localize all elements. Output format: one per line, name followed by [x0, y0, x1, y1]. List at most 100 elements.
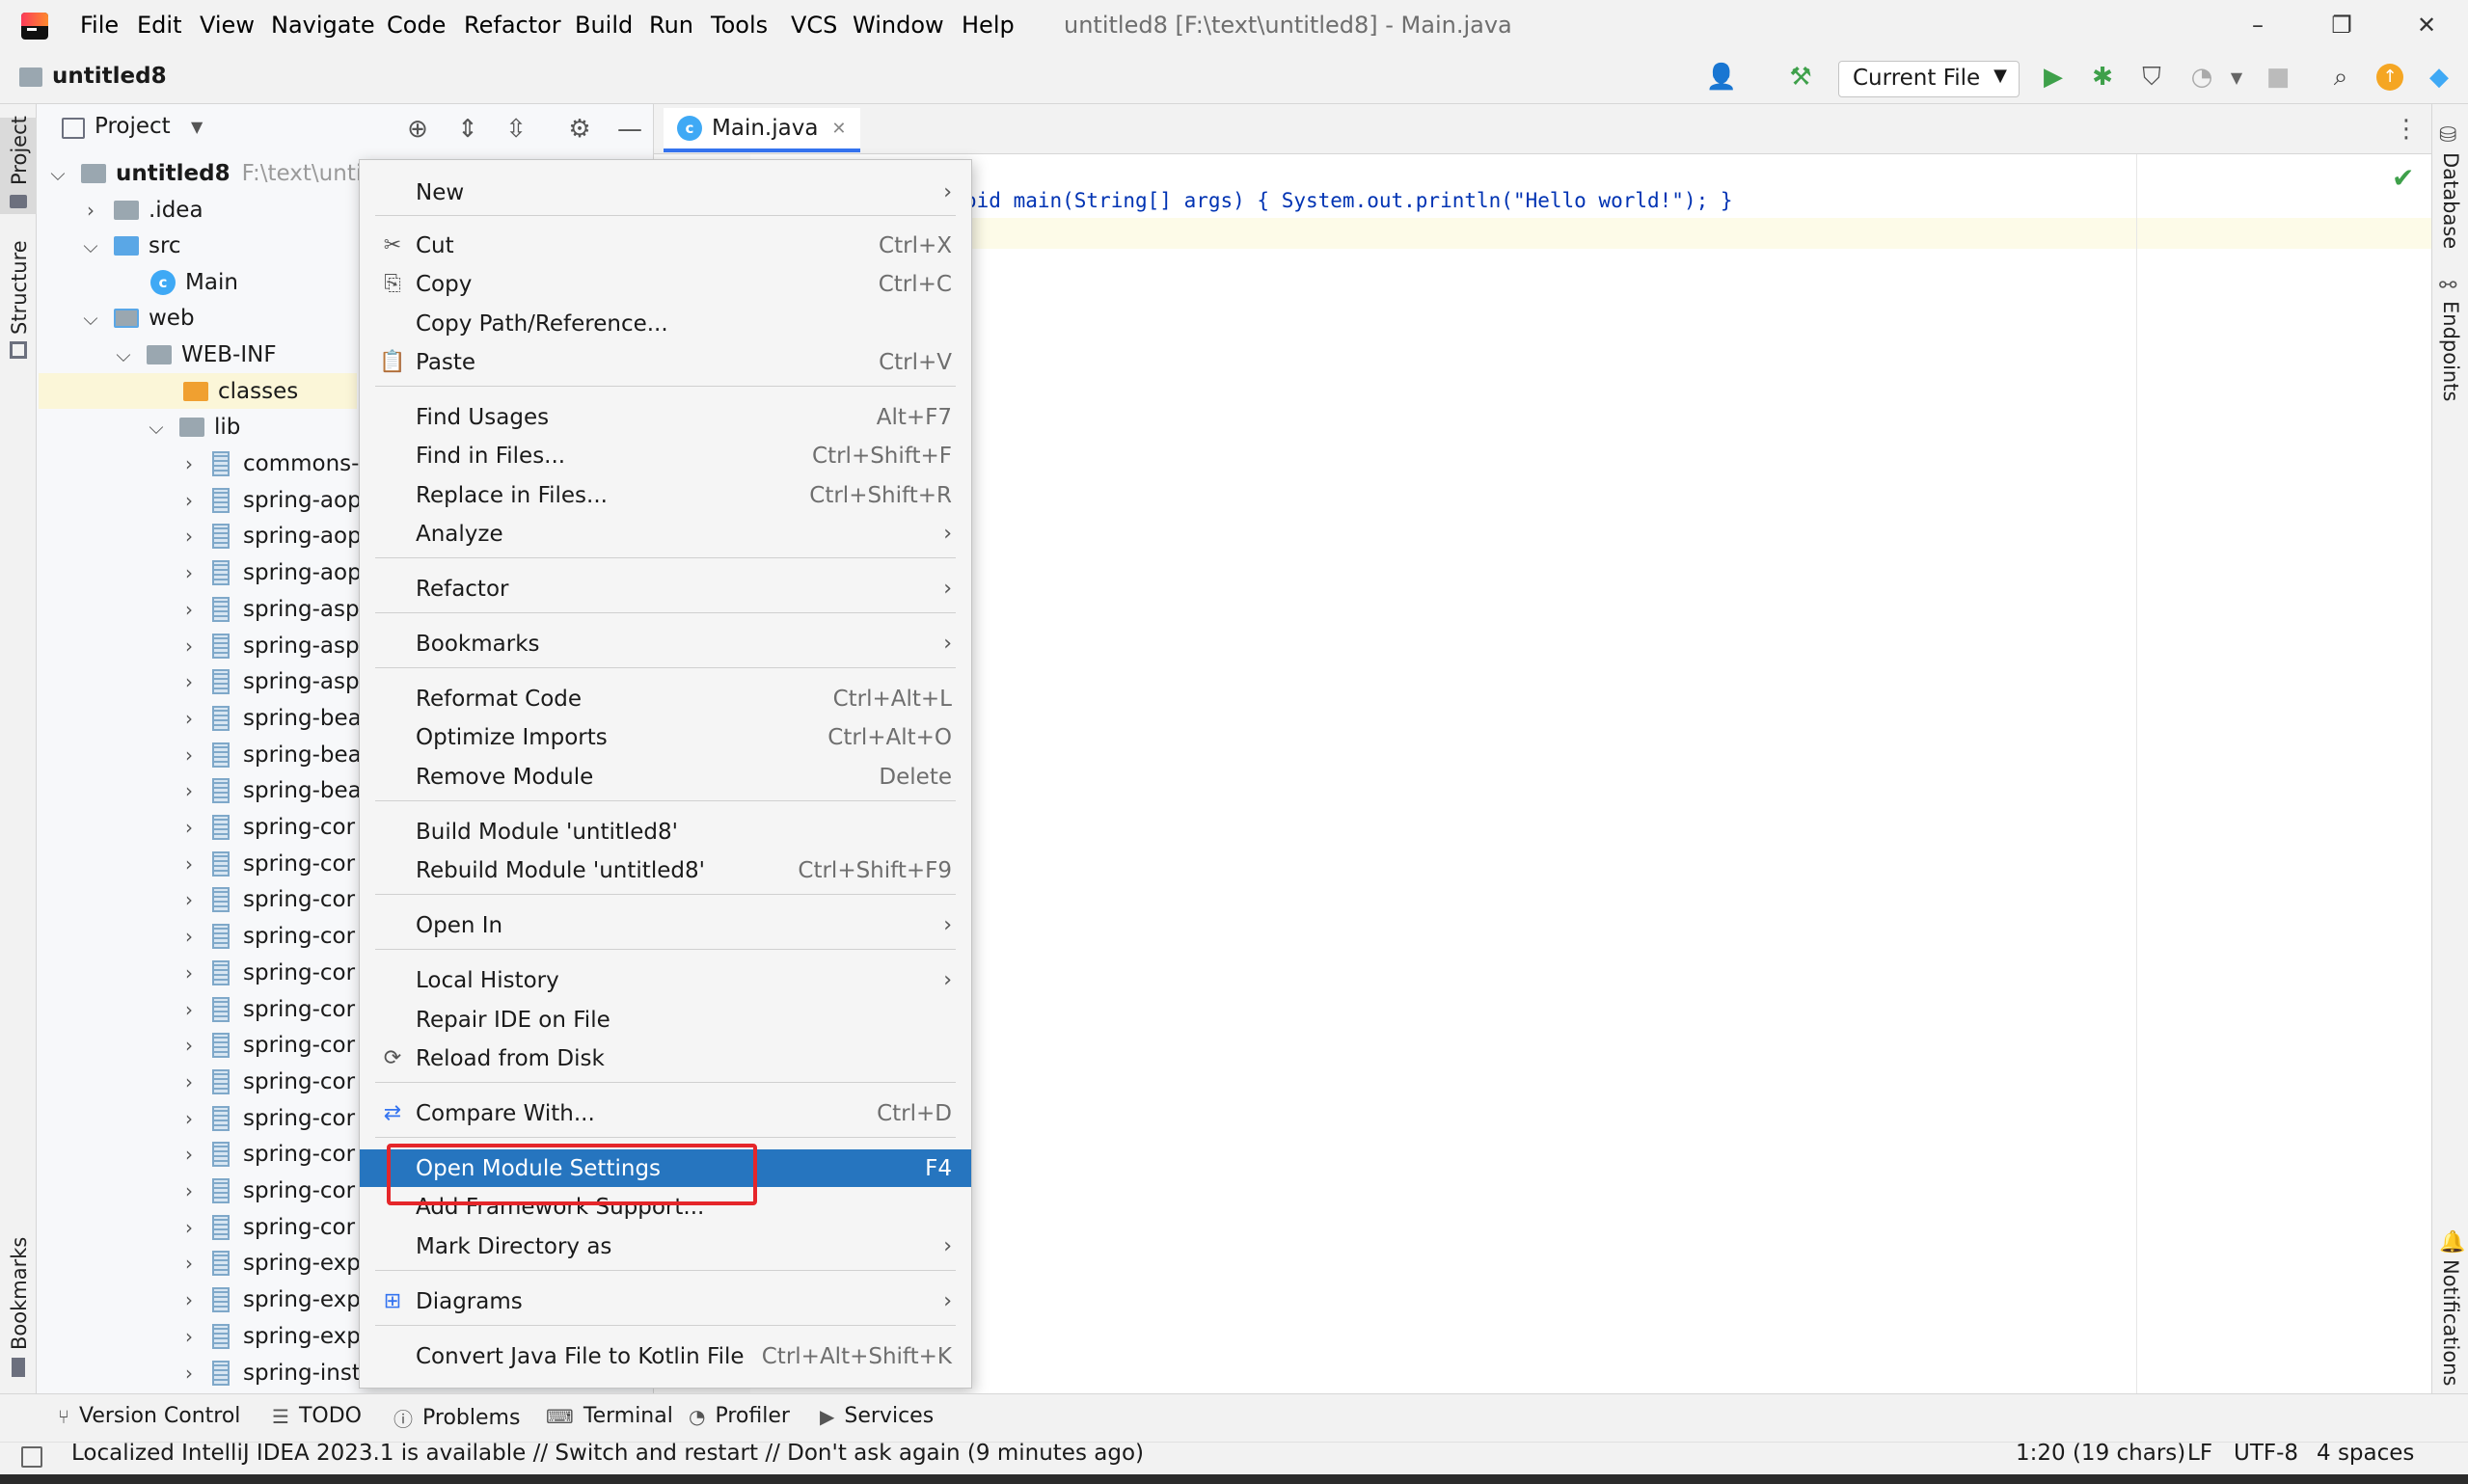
- menu-help[interactable]: Help: [962, 12, 1015, 39]
- tree-root[interactable]: ⌵ untitled8 F:\text\untitl: [48, 155, 376, 191]
- tab-profiler[interactable]: ◔ Profiler: [689, 1404, 790, 1428]
- menu-item-diagrams[interactable]: ⊞ Diagrams ›: [360, 1282, 971, 1320]
- minimize-icon[interactable]: –: [2238, 6, 2277, 44]
- caret-position[interactable]: 1:20 (19 chars): [2016, 1441, 2185, 1466]
- code-with-me-icon[interactable]: ◆: [2423, 61, 2455, 94]
- menu-item-copy-path[interactable]: Copy Path/Reference...: [360, 305, 971, 342]
- tree-node-jar[interactable]: › spring-cor: [179, 1100, 355, 1136]
- tree-node-jar[interactable]: › spring-exp: [179, 1318, 361, 1354]
- menu-window[interactable]: Window: [853, 12, 944, 39]
- tab-todo[interactable]: ☰ TODO: [272, 1404, 362, 1428]
- status-message[interactable]: Localized IntelliJ IDEA 2023.1 is availa…: [71, 1441, 1144, 1466]
- menu-edit[interactable]: Edit: [137, 12, 181, 39]
- menu-code[interactable]: Code: [387, 12, 446, 39]
- tree-node-jar[interactable]: › spring-aop: [179, 518, 362, 553]
- menu-item-open-in[interactable]: Open In ›: [360, 906, 971, 944]
- menu-item-convert-java-to-kotlin[interactable]: Convert Java File to Kotlin File Ctrl+Alt…: [360, 1337, 971, 1375]
- tree-node-jar[interactable]: › spring-asp: [179, 591, 360, 627]
- menu-vcs[interactable]: VCS: [791, 12, 837, 39]
- menu-item-paste[interactable]: 📋 Paste Ctrl+V: [360, 343, 971, 381]
- close-icon[interactable]: ✕: [2407, 6, 2446, 44]
- expand-all-icon[interactable]: ⇕: [451, 113, 484, 146]
- menu-item-cut[interactable]: ✂ Cut Ctrl+X: [360, 227, 971, 264]
- file-encoding[interactable]: UTF-8: [2234, 1441, 2298, 1466]
- locate-icon[interactable]: ⊕: [401, 113, 434, 146]
- menu-item-rebuild-module[interactable]: Rebuild Module 'untitled8' Ctrl+Shift+F9: [360, 851, 971, 889]
- menu-run[interactable]: Run: [649, 12, 693, 39]
- menu-item-analyze[interactable]: Analyze ›: [360, 515, 971, 553]
- tool-windows-toggle-icon[interactable]: [21, 1446, 42, 1468]
- collapse-all-icon[interactable]: ⇳: [500, 113, 532, 146]
- gear-icon[interactable]: ⚙: [563, 113, 596, 146]
- breadcrumb-project[interactable]: untitled8: [52, 64, 167, 89]
- notifications-tool-label[interactable]: Notifications: [2439, 1259, 2462, 1386]
- structure-tool-label[interactable]: Structure: [8, 240, 31, 335]
- menu-refactor[interactable]: Refactor: [464, 12, 561, 39]
- tree-node-jar[interactable]: › spring-exp: [179, 1245, 361, 1281]
- menu-item-optimize-imports[interactable]: Optimize Imports Ctrl+Alt+O: [360, 718, 971, 756]
- menu-item-local-history[interactable]: Local History ›: [360, 961, 971, 999]
- restore-icon[interactable]: ❐: [2322, 6, 2361, 44]
- tree-node-jar[interactable]: › spring-aop: [179, 482, 362, 518]
- update-icon[interactable]: ↑: [2373, 61, 2406, 94]
- tree-node-jar[interactable]: › spring-asp: [179, 628, 360, 663]
- chevron-down-icon[interactable]: ▼: [191, 118, 203, 136]
- indent-setting[interactable]: 4 spaces: [2317, 1441, 2414, 1466]
- menu-item-find-usages[interactable]: Find Usages Alt+F7: [360, 398, 971, 436]
- tree-node-jar[interactable]: › spring-cor: [179, 846, 355, 881]
- tree-node-jar[interactable]: › spring-cor: [179, 1209, 355, 1245]
- menu-build[interactable]: Build: [575, 12, 633, 39]
- line-separator[interactable]: LF: [2187, 1441, 2212, 1466]
- build-hammer-icon[interactable]: ⚒: [1784, 61, 1817, 94]
- tree-node-classes[interactable]: classes: [183, 373, 298, 409]
- tree-node-web-inf[interactable]: ⌵ WEB-INF: [114, 337, 276, 372]
- tab-main-java[interactable]: c Main.java ✕: [664, 108, 860, 152]
- search-icon[interactable]: ⌕: [2324, 61, 2357, 94]
- project-tool-label[interactable]: Project: [8, 116, 31, 185]
- menu-item-new[interactable]: New ›: [360, 174, 971, 211]
- close-tab-icon[interactable]: ✕: [831, 119, 846, 139]
- menu-item-compare-with[interactable]: ⇄ Compare With... Ctrl+D: [360, 1094, 971, 1132]
- chevron-down-icon[interactable]: ▼: [2220, 61, 2253, 94]
- run-icon[interactable]: ▶: [2037, 61, 2070, 94]
- run-config-select[interactable]: Current File ▼: [1838, 61, 2020, 97]
- menu-item-build-module[interactable]: Build Module 'untitled8': [360, 813, 971, 850]
- database-tool-label[interactable]: Database: [2439, 152, 2462, 249]
- debug-icon[interactable]: ✱: [2086, 61, 2119, 94]
- tab-version-control[interactable]: ⑂ Version Control: [58, 1404, 240, 1428]
- code-line[interactable]: oid main(String[] args) { System.out.pri…: [964, 189, 1733, 212]
- stop-icon[interactable]: ■: [2262, 61, 2294, 94]
- tab-problems[interactable]: ⓘ Problems: [393, 1404, 520, 1432]
- tree-node-jar[interactable]: › spring-inst: [179, 1355, 361, 1390]
- menu-item-reformat-code[interactable]: Reformat Code Ctrl+Alt+L: [360, 680, 971, 717]
- menu-item-copy[interactable]: ⎘ Copy Ctrl+C: [360, 265, 971, 303]
- profile-icon[interactable]: ◔: [2185, 61, 2218, 94]
- project-panel-title[interactable]: Project: [95, 114, 171, 139]
- more-options-icon[interactable]: ⋮: [2390, 113, 2423, 146]
- tree-node-src[interactable]: ⌵ src: [81, 228, 180, 263]
- tree-node-jar[interactable]: › spring-cor: [179, 918, 355, 954]
- menu-item-remove-module[interactable]: Remove Module Delete: [360, 758, 971, 796]
- tree-node-jar[interactable]: › spring-bea: [179, 772, 362, 808]
- menu-view[interactable]: View: [200, 12, 255, 39]
- user-icon[interactable]: 👤: [1705, 61, 1738, 94]
- coverage-icon[interactable]: ⛉: [2135, 61, 2168, 94]
- tree-node-jar[interactable]: › spring-cor: [179, 955, 355, 990]
- menu-tools[interactable]: Tools: [711, 12, 768, 39]
- menu-item-repair-ide[interactable]: Repair IDE on File: [360, 1001, 971, 1039]
- menu-item-refactor[interactable]: Refactor ›: [360, 570, 971, 607]
- tree-node-idea[interactable]: › .idea: [81, 192, 203, 228]
- tree-node-jar[interactable]: › spring-cor: [179, 1136, 355, 1172]
- menu-item-mark-directory-as[interactable]: Mark Directory as ›: [360, 1228, 971, 1265]
- tree-node-jar[interactable]: › spring-bea: [179, 700, 362, 736]
- tree-node-web[interactable]: ⌵ web: [81, 300, 194, 336]
- tree-node-jar[interactable]: › spring-cor: [179, 809, 355, 845]
- menu-item-bookmarks[interactable]: Bookmarks ›: [360, 625, 971, 662]
- menu-file[interactable]: File: [80, 12, 119, 39]
- tree-node-jar[interactable]: › spring-bea: [179, 737, 362, 772]
- menu-item-find-in-files[interactable]: Find in Files... Ctrl+Shift+F: [360, 437, 971, 474]
- hide-panel-icon[interactable]: —: [613, 113, 646, 146]
- tree-node-jar[interactable]: › spring-aop: [179, 554, 362, 590]
- tree-node-jar[interactable]: › spring-cor: [179, 1173, 355, 1208]
- menu-item-replace-in-files[interactable]: Replace in Files... Ctrl+Shift+R: [360, 476, 971, 514]
